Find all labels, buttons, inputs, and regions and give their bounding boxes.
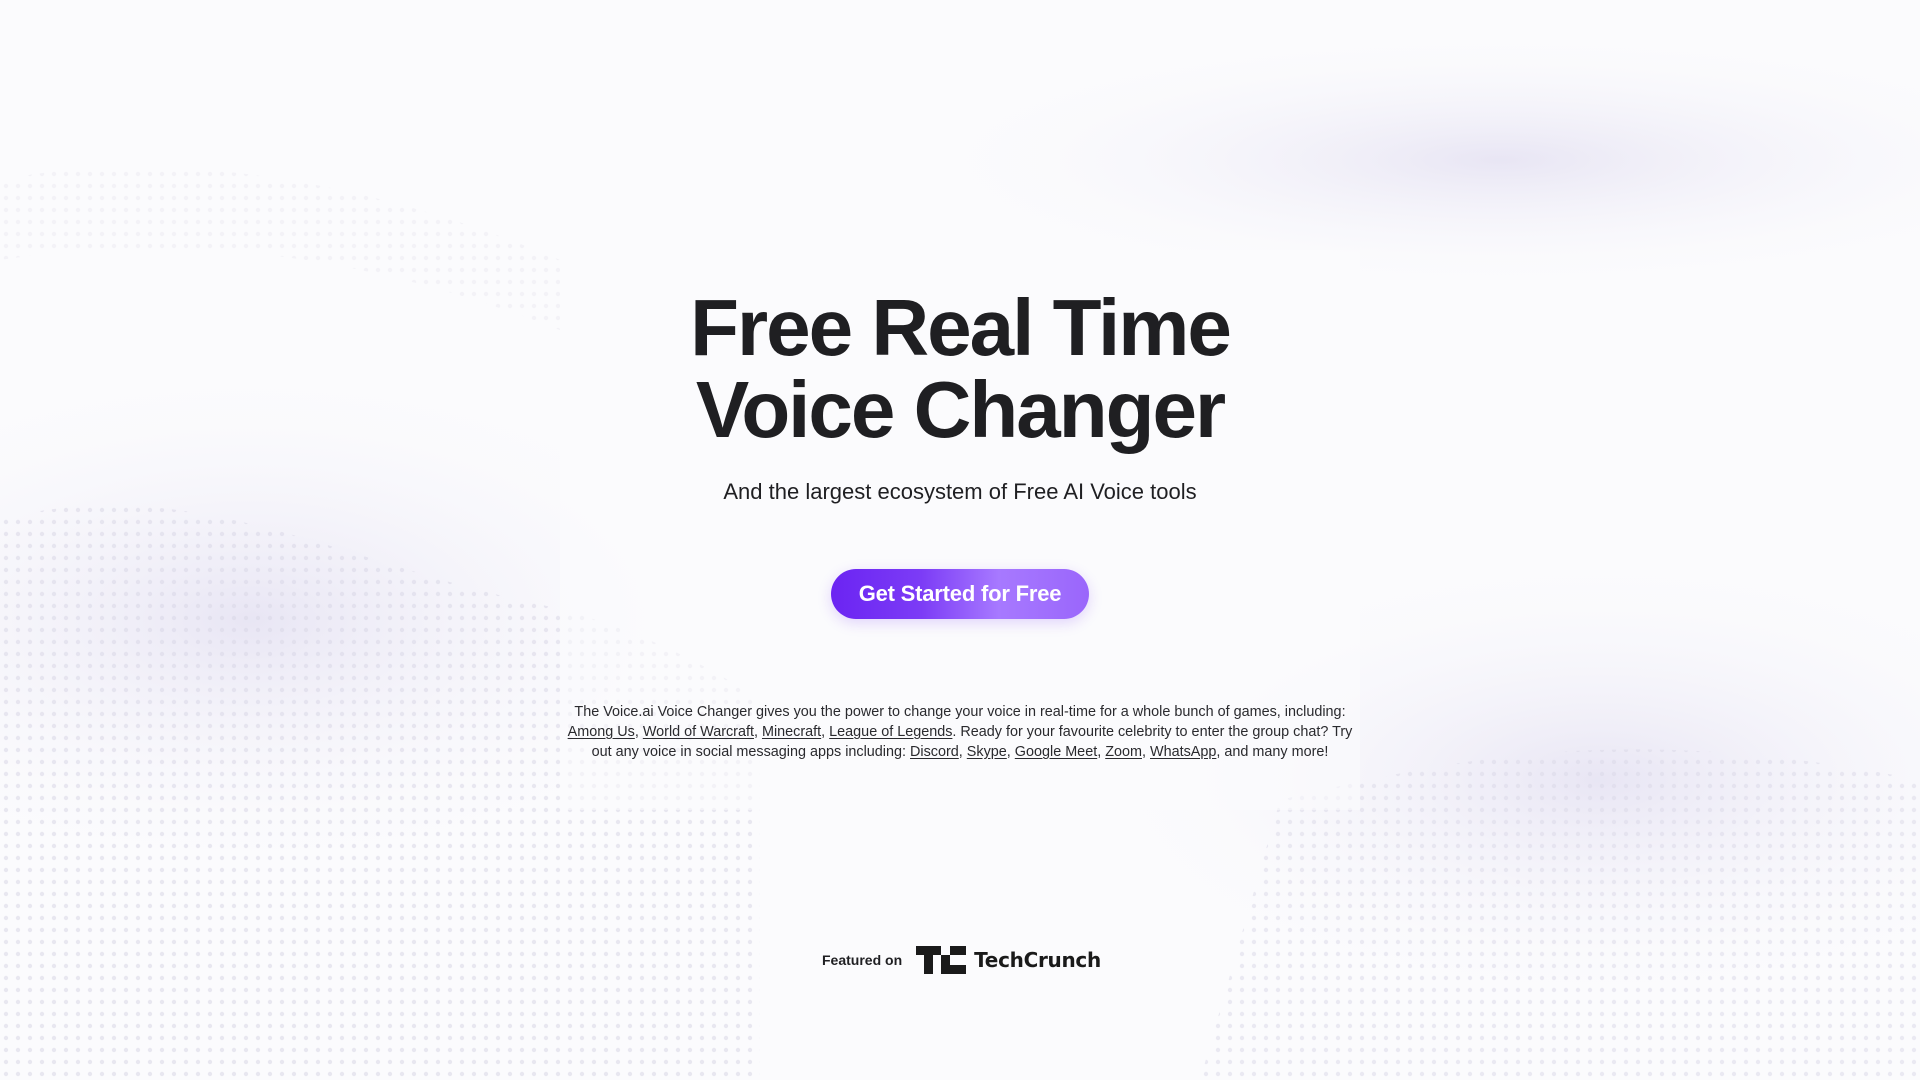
separator: , <box>1142 744 1150 760</box>
separator: , <box>821 724 830 740</box>
link-google-meet[interactable]: Google Meet <box>1015 744 1097 760</box>
get-started-button[interactable]: Get Started for Free <box>831 569 1089 619</box>
description-text-1: The Voice.ai Voice Changer gives you the… <box>574 704 1346 720</box>
link-zoom[interactable]: Zoom <box>1105 744 1142 760</box>
page-title: Free Real Time Voice Changer <box>0 287 1920 451</box>
hero-section: Free Real Time Voice Changer And the lar… <box>0 0 1920 1080</box>
link-minecraft[interactable]: Minecraft <box>762 724 821 740</box>
link-among-us[interactable]: Among Us <box>568 724 635 740</box>
techcrunch-wordmark: TechCrunch <box>974 948 1101 972</box>
separator: , <box>753 724 762 740</box>
link-skype[interactable]: Skype <box>967 744 1007 760</box>
techcrunch-tc-icon <box>916 946 967 974</box>
separator: , <box>958 744 967 760</box>
featured-on: Featured on TechCrunch <box>822 944 1101 976</box>
hero-subtitle: And the largest ecosystem of Free AI Voi… <box>723 479 1197 504</box>
link-world-of-warcraft[interactable]: World of Warcraft <box>643 724 754 740</box>
headline-line-1: Free Real Time <box>690 283 1232 372</box>
link-whatsapp[interactable]: WhatsApp <box>1150 744 1216 760</box>
link-league-of-legends[interactable]: League of Legends <box>829 724 952 740</box>
description-paragraph: The Voice.ai Voice Changer gives you the… <box>565 702 1355 762</box>
featured-on-label: Featured on <box>822 952 903 968</box>
link-discord[interactable]: Discord <box>910 744 959 760</box>
separator: , <box>634 724 643 740</box>
separator: , <box>1097 744 1106 760</box>
separator: , <box>1006 744 1015 760</box>
description-text-3: , and many more! <box>1216 744 1329 760</box>
techcrunch-logo[interactable]: TechCrunch <box>916 946 1101 974</box>
headline-line-2: Voice Changer <box>695 365 1226 454</box>
